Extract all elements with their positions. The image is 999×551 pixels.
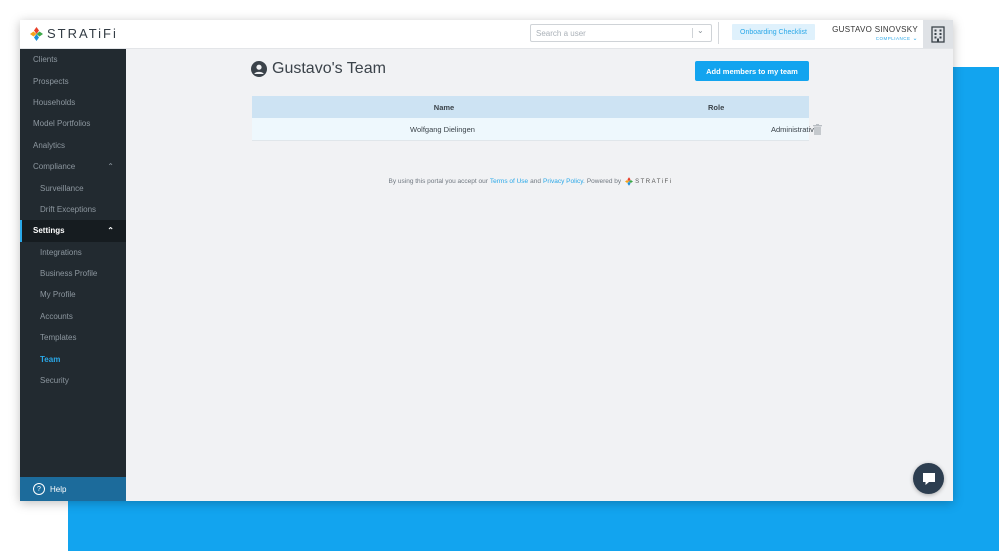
sidebar-item-label: Compliance — [33, 162, 76, 172]
page-title-text: Gustavo's Team — [272, 60, 386, 77]
footer-prefix: By using this portal you accept our — [388, 178, 488, 185]
stratifi-logo[interactable]: STRATiFi — [30, 26, 118, 41]
chat-bubble-icon — [922, 472, 935, 485]
sidebar-item-households[interactable]: Households — [20, 92, 126, 113]
add-members-button[interactable]: Add members to my team — [695, 61, 809, 81]
question-mark-icon: ? — [33, 483, 45, 495]
sidebar: Clients Prospects Households Model Portf… — [20, 49, 126, 501]
sidebar-item-label: Security — [40, 376, 69, 386]
sidebar-item-accounts[interactable]: Accounts — [20, 306, 126, 327]
sidebar-item-clients[interactable]: Clients — [20, 49, 126, 70]
sidebar-item-label: Templates — [40, 333, 77, 343]
member-role-text: Administrative — [771, 124, 819, 134]
onboarding-checklist-button[interactable]: Onboarding Checklist — [732, 24, 815, 40]
user-role: COMPLIANCE — [875, 36, 911, 41]
help-label: Help — [50, 484, 67, 494]
terms-of-use-link[interactable]: Terms of Use — [490, 178, 528, 185]
sidebar-item-compliance[interactable]: Compliance ⌃ — [20, 156, 126, 177]
sidebar-item-label: Surveillance — [40, 183, 84, 193]
search-divider — [692, 28, 693, 38]
sidebar-item-label: Drift Exceptions — [40, 204, 97, 214]
stratifi-logo-icon — [625, 177, 634, 186]
trash-icon — [813, 124, 822, 135]
sidebar-item-settings[interactable]: Settings ⌃ — [20, 220, 126, 242]
sidebar-item-prospects[interactable]: Prospects — [20, 70, 126, 91]
sidebar-item-label: Integrations — [40, 247, 82, 257]
sidebar-item-label: Model Portfolios — [33, 119, 91, 129]
sidebar-item-label: Accounts — [40, 311, 73, 321]
column-header-role[interactable]: Role — [636, 103, 809, 112]
sidebar-item-my-profile[interactable]: My Profile — [20, 284, 126, 305]
user-name: GUSTAVO SINOVSKY — [832, 25, 918, 34]
sidebar-item-label: Team — [40, 354, 61, 364]
sidebar-item-label: My Profile — [40, 290, 76, 300]
search-input[interactable] — [531, 26, 686, 40]
column-header-name[interactable]: Name — [252, 103, 636, 112]
footer: By using this portal you accept our Term… — [252, 177, 809, 186]
table-header: Name Role — [252, 96, 809, 118]
footer-and: and — [530, 178, 542, 185]
help-button[interactable]: ? Help — [20, 477, 126, 501]
chat-button[interactable] — [913, 463, 944, 494]
member-role: Administrative — [633, 124, 818, 134]
sidebar-item-team[interactable]: Team — [20, 348, 126, 369]
app-window: STRATiFi ⌄ Onboarding Checklist GUSTAVO … — [20, 20, 953, 501]
footer-powered-by: Powered by — [586, 178, 622, 185]
sidebar-item-model-portfolios[interactable]: Model Portfolios — [20, 113, 126, 134]
sidebar-item-integrations[interactable]: Integrations — [20, 242, 126, 263]
chevron-up-icon: ⌃ — [107, 226, 114, 236]
sidebar-item-label: Analytics — [33, 140, 66, 150]
user-circle-icon — [251, 61, 267, 77]
sidebar-item-analytics[interactable]: Analytics — [20, 135, 126, 156]
sidebar-item-label: Households — [33, 97, 76, 107]
stratifi-logo-icon — [30, 26, 43, 41]
user-role-row: COMPLIANCE ⌄ — [828, 35, 918, 42]
page-title: Gustavo's Team — [251, 60, 386, 78]
table-row[interactable]: Wolfgang Dielingen Administrative — [252, 118, 818, 141]
sidebar-item-label: Clients — [33, 55, 58, 65]
sidebar-item-drift-exceptions[interactable]: Drift Exceptions — [20, 199, 126, 220]
top-header: STRATiFi ⌄ Onboarding Checklist GUSTAVO … — [20, 20, 953, 49]
sidebar-item-surveillance[interactable]: Surveillance — [20, 177, 126, 198]
team-table: Name Role Wolfgang Dielingen Administrat… — [252, 96, 818, 141]
chevron-down-icon[interactable]: ⌄ — [697, 26, 704, 35]
header-divider — [718, 22, 719, 44]
member-name: Wolfgang Dielingen — [410, 124, 475, 134]
sidebar-item-label: Settings — [33, 226, 65, 236]
footer-brand: STRATiFi — [635, 178, 673, 185]
chevron-down-icon[interactable]: ⌄ — [912, 36, 918, 42]
sidebar-item-business-profile[interactable]: Business Profile — [20, 263, 126, 284]
delete-member-button[interactable] — [813, 122, 822, 140]
sidebar-item-templates[interactable]: Templates — [20, 327, 126, 348]
user-menu[interactable]: GUSTAVO SINOVSKY COMPLIANCE ⌄ — [828, 25, 918, 42]
sidebar-item-label: Prospects — [33, 76, 69, 86]
chevron-up-icon: ⌃ — [107, 161, 114, 171]
user-search[interactable]: ⌄ — [530, 24, 712, 42]
building-icon — [931, 25, 945, 43]
company-button[interactable] — [923, 20, 953, 48]
sidebar-item-security[interactable]: Security — [20, 370, 126, 391]
brand-name: STRATiFi — [47, 26, 118, 41]
sidebar-item-label: Business Profile — [40, 269, 98, 279]
privacy-policy-link[interactable]: Privacy Policy. — [543, 178, 585, 185]
